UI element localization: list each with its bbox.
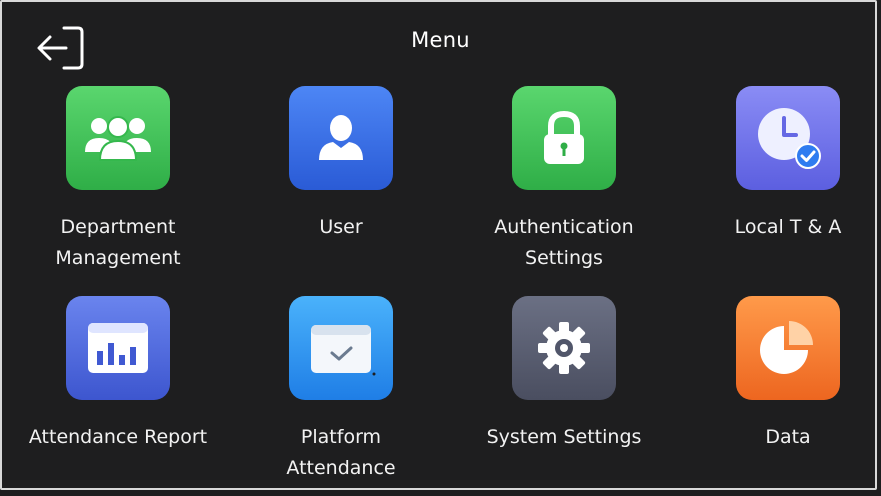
menu-item-system-settings[interactable]: System Settings xyxy=(454,296,674,496)
department-group-icon xyxy=(66,86,170,190)
menu-item-label: Department Management xyxy=(55,216,181,269)
calendar-check-icon xyxy=(289,296,393,400)
menu-item-label: System Settings xyxy=(486,426,642,448)
menu-item-user[interactable]: User xyxy=(231,86,451,286)
menu-item-department-management[interactable]: Department Management xyxy=(8,86,228,286)
menu-item-label: Attendance Report xyxy=(28,426,208,448)
menu-item-label: Platform Attendance xyxy=(286,426,396,479)
menu-item-label: User xyxy=(319,216,363,238)
menu-item-local-t-and-a[interactable]: Local T & A xyxy=(678,86,881,286)
bar-chart-report-icon xyxy=(66,296,170,400)
menu-item-label: Local T & A xyxy=(734,216,842,238)
gear-icon xyxy=(512,296,616,400)
menu-item-attendance-report[interactable]: Attendance Report xyxy=(8,296,228,496)
pie-chart-icon xyxy=(736,296,840,400)
page-title: Menu xyxy=(411,28,470,52)
menu-item-platform-attendance[interactable]: Platform Attendance xyxy=(231,296,451,496)
user-icon xyxy=(289,86,393,190)
menu-item-authentication-settings[interactable]: Authentication Settings xyxy=(454,86,674,286)
menu-item-label: Data xyxy=(765,426,811,448)
padlock-icon xyxy=(512,86,616,190)
menu-item-label: Authentication Settings xyxy=(494,216,634,269)
clock-check-icon xyxy=(736,86,840,190)
menu-item-data[interactable]: Data xyxy=(678,296,881,496)
